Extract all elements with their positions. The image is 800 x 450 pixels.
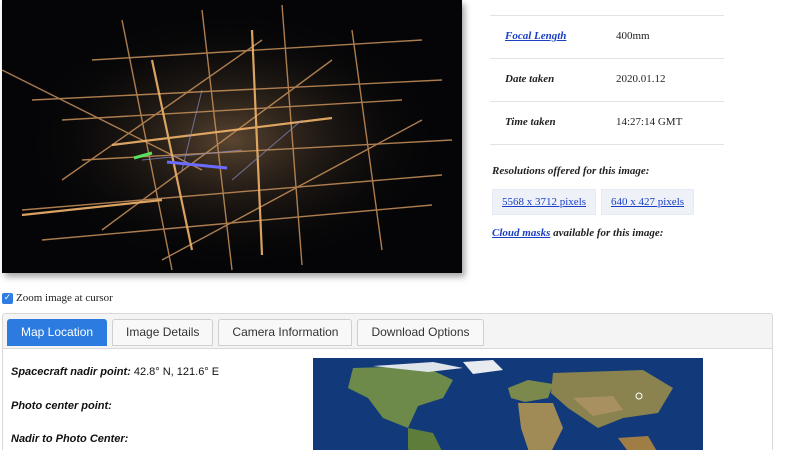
date-taken-value: 2020.01.12 [616, 73, 666, 85]
info-row-focal-length: Focal Length 400mm [490, 16, 724, 59]
nadir-point-label: Spacecraft nadir point: [11, 366, 131, 378]
nadir-point-row: Spacecraft nadir point: 42.8° N, 121.6° … [11, 366, 219, 378]
resolution-option-large[interactable]: 5568 x 3712 pixels [492, 189, 597, 215]
focal-length-link[interactable]: Focal Length [505, 30, 566, 42]
nadir-point-value: 42.8° N, 121.6° E [133, 366, 220, 378]
nadir-to-center-label: Nadir to Photo Center: [11, 433, 129, 445]
date-taken-label: Date taken [505, 73, 555, 85]
image-info-table: Focal Length 400mm Date taken 2020.01.12… [490, 0, 724, 145]
map-location-content: Spacecraft nadir point: 42.8° N, 121.6° … [3, 348, 772, 450]
world-map[interactable] [313, 358, 703, 450]
tab-image-details[interactable]: Image Details [112, 319, 214, 346]
photo-center-label: Photo center point: [11, 400, 112, 412]
info-row-time-taken: Time taken 14:27:14 GMT [490, 102, 724, 145]
tab-camera-information[interactable]: Camera Information [218, 319, 353, 346]
info-row-top [490, 0, 724, 16]
focal-length-value: 400mm [616, 30, 650, 42]
time-taken-label: Time taken [505, 116, 556, 128]
photo-center-row: Photo center point: [11, 400, 112, 412]
zoom-option: ✓ Zoom image at cursor [2, 292, 113, 304]
resolution-option-small[interactable]: 640 x 427 pixels [601, 189, 695, 215]
night-city-photo[interactable] [2, 0, 462, 273]
tab-download-options[interactable]: Download Options [357, 319, 484, 346]
tabs-panel: Map Location Image Details Camera Inform… [2, 313, 773, 450]
cloud-masks-link[interactable]: Cloud masks [492, 227, 550, 239]
tab-map-location[interactable]: Map Location [7, 319, 108, 346]
info-row-date-taken: Date taken 2020.01.12 [490, 59, 724, 102]
cloud-masks-suffix: available for this image: [553, 227, 664, 239]
tab-bar: Map Location Image Details Camera Inform… [7, 319, 489, 346]
zoom-checkbox[interactable]: ✓ [2, 292, 13, 304]
nadir-to-center-row: Nadir to Photo Center: [11, 433, 128, 445]
zoom-label: Zoom image at cursor [16, 292, 113, 304]
cloud-masks-line: Cloud masks available for this image: [492, 227, 663, 239]
time-taken-value: 14:27:14 GMT [616, 116, 683, 128]
resolutions-title: Resolutions offered for this image: [492, 165, 650, 177]
